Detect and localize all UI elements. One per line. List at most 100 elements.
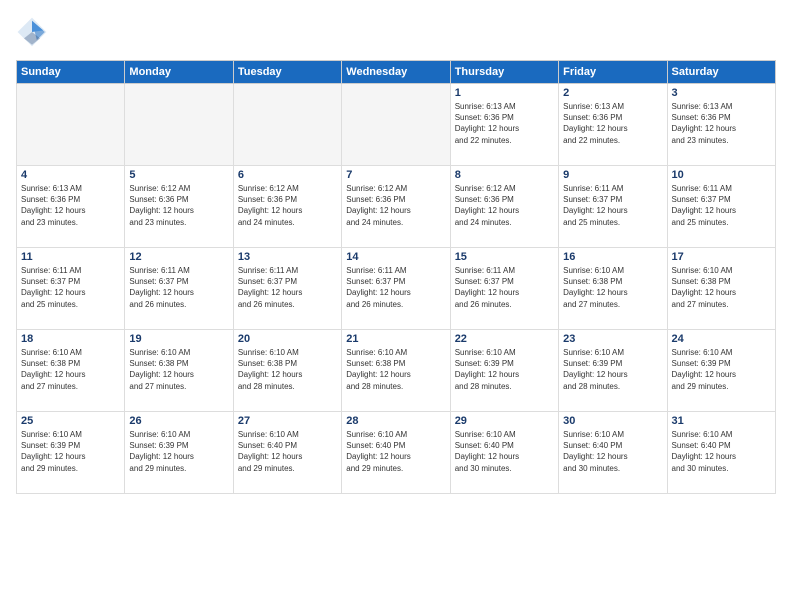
calendar-week-3: 11 Sunrise: 6:11 AM Sunset: 6:37 PM Dayli…: [17, 248, 776, 330]
day-header-friday: Friday: [559, 61, 667, 84]
day-info: Sunrise: 6:10 AM Sunset: 6:40 PM Dayligh…: [672, 429, 771, 474]
day-info: Sunrise: 6:12 AM Sunset: 6:36 PM Dayligh…: [346, 183, 445, 228]
day-info: Sunrise: 6:11 AM Sunset: 6:37 PM Dayligh…: [672, 183, 771, 228]
day-number: 17: [672, 251, 771, 263]
day-number: 24: [672, 333, 771, 345]
page-container: SundayMondayTuesdayWednesdayThursdayFrid…: [0, 0, 792, 502]
day-info: Sunrise: 6:10 AM Sunset: 6:39 PM Dayligh…: [563, 347, 662, 392]
day-number: 11: [21, 251, 120, 263]
day-info: Sunrise: 6:13 AM Sunset: 6:36 PM Dayligh…: [21, 183, 120, 228]
calendar-cell: 4 Sunrise: 6:13 AM Sunset: 6:36 PM Daylig…: [17, 166, 125, 248]
day-number: 19: [129, 333, 228, 345]
calendar-cell: 5 Sunrise: 6:12 AM Sunset: 6:36 PM Daylig…: [125, 166, 233, 248]
day-info: Sunrise: 6:11 AM Sunset: 6:37 PM Dayligh…: [238, 265, 337, 310]
day-info: Sunrise: 6:10 AM Sunset: 6:38 PM Dayligh…: [346, 347, 445, 392]
calendar-cell: 16 Sunrise: 6:10 AM Sunset: 6:38 PM Dayli…: [559, 248, 667, 330]
day-info: Sunrise: 6:10 AM Sunset: 6:38 PM Dayligh…: [21, 347, 120, 392]
day-number: 29: [455, 415, 554, 427]
calendar-cell: [233, 84, 341, 166]
calendar-cell: 24 Sunrise: 6:10 AM Sunset: 6:39 PM Dayli…: [667, 330, 775, 412]
calendar-cell: 23 Sunrise: 6:10 AM Sunset: 6:39 PM Dayli…: [559, 330, 667, 412]
day-number: 20: [238, 333, 337, 345]
day-number: 14: [346, 251, 445, 263]
calendar-week-2: 4 Sunrise: 6:13 AM Sunset: 6:36 PM Daylig…: [17, 166, 776, 248]
day-info: Sunrise: 6:11 AM Sunset: 6:37 PM Dayligh…: [563, 183, 662, 228]
calendar-cell: 22 Sunrise: 6:10 AM Sunset: 6:39 PM Dayli…: [450, 330, 558, 412]
calendar-cell: 17 Sunrise: 6:10 AM Sunset: 6:38 PM Dayli…: [667, 248, 775, 330]
day-info: Sunrise: 6:10 AM Sunset: 6:38 PM Dayligh…: [672, 265, 771, 310]
day-number: 4: [21, 169, 120, 181]
day-header-sunday: Sunday: [17, 61, 125, 84]
day-number: 3: [672, 87, 771, 99]
calendar-cell: 19 Sunrise: 6:10 AM Sunset: 6:38 PM Dayli…: [125, 330, 233, 412]
day-number: 7: [346, 169, 445, 181]
calendar-cell: 6 Sunrise: 6:12 AM Sunset: 6:36 PM Daylig…: [233, 166, 341, 248]
day-header-saturday: Saturday: [667, 61, 775, 84]
calendar-cell: 3Sunrise: 6:13 AM Sunset: 6:36 PM Daylig…: [667, 84, 775, 166]
day-number: 18: [21, 333, 120, 345]
calendar-body: 1 Sunrise: 6:13 AM Sunset: 6:36 PM Daylig…: [17, 84, 776, 494]
day-info: Sunrise: 6:10 AM Sunset: 6:39 PM Dayligh…: [672, 347, 771, 392]
day-number: 5: [129, 169, 228, 181]
day-header-monday: Monday: [125, 61, 233, 84]
day-info: Sunrise: 6:12 AM Sunset: 6:36 PM Dayligh…: [455, 183, 554, 228]
day-number: 22: [455, 333, 554, 345]
day-info: Sunrise: 6:10 AM Sunset: 6:38 PM Dayligh…: [563, 265, 662, 310]
day-info: Sunrise: 6:11 AM Sunset: 6:37 PM Dayligh…: [21, 265, 120, 310]
calendar-cell: 1 Sunrise: 6:13 AM Sunset: 6:36 PM Daylig…: [450, 84, 558, 166]
logo-icon: [16, 16, 48, 48]
day-number: 28: [346, 415, 445, 427]
day-info: Sunrise: 6:10 AM Sunset: 6:38 PM Dayligh…: [129, 347, 228, 392]
day-header-wednesday: Wednesday: [342, 61, 450, 84]
calendar-cell: 25 Sunrise: 6:10 AM Sunset: 6:39 PM Dayli…: [17, 412, 125, 494]
day-info: Sunrise: 6:10 AM Sunset: 6:40 PM Dayligh…: [563, 429, 662, 474]
day-number: 8: [455, 169, 554, 181]
calendar-cell: [342, 84, 450, 166]
day-number: 15: [455, 251, 554, 263]
day-number: 12: [129, 251, 228, 263]
day-info: Sunrise: 6:11 AM Sunset: 6:37 PM Dayligh…: [455, 265, 554, 310]
day-info: Sunrise: 6:10 AM Sunset: 6:40 PM Dayligh…: [346, 429, 445, 474]
day-number: 10: [672, 169, 771, 181]
calendar-cell: [125, 84, 233, 166]
calendar-cell: 26Sunrise: 6:10 AM Sunset: 6:39 PM Dayli…: [125, 412, 233, 494]
calendar-cell: 2Sunrise: 6:13 AM Sunset: 6:36 PM Daylig…: [559, 84, 667, 166]
day-number: 13: [238, 251, 337, 263]
calendar-cell: 10 Sunrise: 6:11 AM Sunset: 6:37 PM Dayli…: [667, 166, 775, 248]
calendar-cell: 8 Sunrise: 6:12 AM Sunset: 6:36 PM Daylig…: [450, 166, 558, 248]
day-info: Sunrise: 6:10 AM Sunset: 6:40 PM Dayligh…: [455, 429, 554, 474]
day-number: 31: [672, 415, 771, 427]
day-number: 1: [455, 87, 554, 99]
calendar-cell: 7 Sunrise: 6:12 AM Sunset: 6:36 PM Daylig…: [342, 166, 450, 248]
day-number: 27: [238, 415, 337, 427]
calendar-cell: 14Sunrise: 6:11 AM Sunset: 6:37 PM Dayli…: [342, 248, 450, 330]
day-number: 16: [563, 251, 662, 263]
calendar-cell: 31 Sunrise: 6:10 AM Sunset: 6:40 PM Dayli…: [667, 412, 775, 494]
day-number: 2: [563, 87, 662, 99]
logo: [16, 16, 52, 48]
calendar-cell: 20 Sunrise: 6:10 AM Sunset: 6:38 PM Dayli…: [233, 330, 341, 412]
calendar-cell: 11 Sunrise: 6:11 AM Sunset: 6:37 PM Dayli…: [17, 248, 125, 330]
header-row: SundayMondayTuesdayWednesdayThursdayFrid…: [17, 61, 776, 84]
day-info: Sunrise: 6:12 AM Sunset: 6:36 PM Dayligh…: [129, 183, 228, 228]
calendar-week-5: 25 Sunrise: 6:10 AM Sunset: 6:39 PM Dayli…: [17, 412, 776, 494]
day-info: Sunrise: 6:10 AM Sunset: 6:40 PM Dayligh…: [238, 429, 337, 474]
day-number: 25: [21, 415, 120, 427]
day-info: Sunrise: 6:11 AM Sunset: 6:37 PM Dayligh…: [129, 265, 228, 310]
page-header: [16, 16, 776, 48]
day-number: 23: [563, 333, 662, 345]
day-info: Sunrise: 6:13 AM Sunset: 6:36 PM Dayligh…: [455, 101, 554, 146]
day-header-thursday: Thursday: [450, 61, 558, 84]
day-info: Sunrise: 6:10 AM Sunset: 6:38 PM Dayligh…: [238, 347, 337, 392]
calendar-table: SundayMondayTuesdayWednesdayThursdayFrid…: [16, 60, 776, 494]
calendar-cell: 18 Sunrise: 6:10 AM Sunset: 6:38 PM Dayli…: [17, 330, 125, 412]
day-info: Sunrise: 6:12 AM Sunset: 6:36 PM Dayligh…: [238, 183, 337, 228]
calendar-week-1: 1 Sunrise: 6:13 AM Sunset: 6:36 PM Daylig…: [17, 84, 776, 166]
day-info: Sunrise: 6:10 AM Sunset: 6:39 PM Dayligh…: [455, 347, 554, 392]
day-info: Sunrise: 6:10 AM Sunset: 6:39 PM Dayligh…: [21, 429, 120, 474]
calendar-header: SundayMondayTuesdayWednesdayThursdayFrid…: [17, 61, 776, 84]
calendar-cell: 12 Sunrise: 6:11 AM Sunset: 6:37 PM Dayli…: [125, 248, 233, 330]
day-number: 6: [238, 169, 337, 181]
calendar-cell: 13 Sunrise: 6:11 AM Sunset: 6:37 PM Dayli…: [233, 248, 341, 330]
day-number: 26: [129, 415, 228, 427]
